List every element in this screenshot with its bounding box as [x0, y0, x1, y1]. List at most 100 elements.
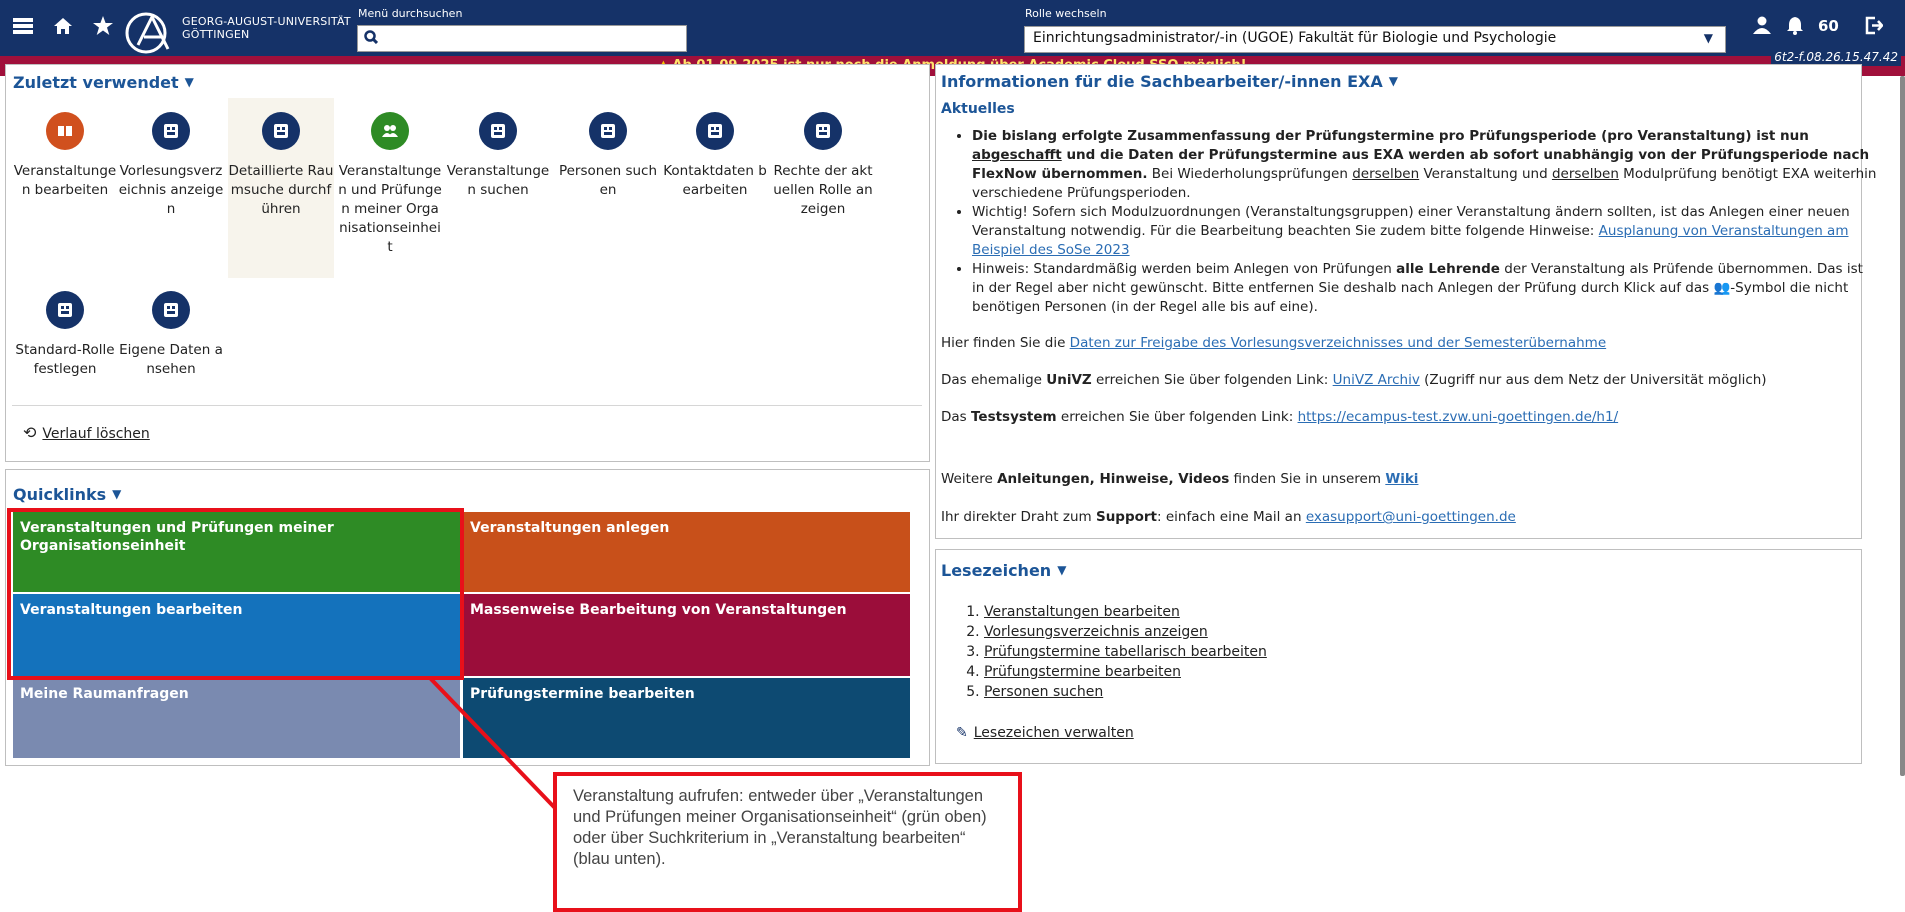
recent-item[interactable]: Detaillierte Raumsuche durchführen [228, 98, 334, 278]
role-select[interactable]: Einrichtungsadministrator/-in (UGOE) Fak… [1024, 26, 1726, 53]
recent-item[interactable]: Veranstaltungen bearbeiten [12, 112, 118, 200]
app-icon [589, 112, 627, 150]
tile-room-requests[interactable]: Meine Raumanfragen [13, 678, 460, 758]
tile-bulk-edit[interactable]: Massenweise Bearbeitung von Veranstaltun… [463, 594, 910, 676]
home-icon[interactable] [53, 17, 73, 40]
text: Testsystem [971, 409, 1057, 425]
menu-search-input[interactable] [357, 25, 687, 52]
info-bullets: Die bislang erfolgte Zusammenfassung der… [972, 127, 1877, 317]
bookmark-item: Vorlesungsverzeichnis anzeigen [984, 622, 1267, 642]
role-value: Einrichtungsadministrator/-in (UGOE) Fak… [1033, 30, 1557, 46]
people-icon: 👥 [1713, 280, 1731, 296]
text: Hinweis: Standardmäßig werden beim Anleg… [972, 261, 1397, 277]
bell-icon[interactable] [1786, 16, 1804, 40]
recent-title-text: Zuletzt verwendet [13, 73, 179, 92]
bookmark-link[interactable]: Personen suchen [984, 684, 1103, 700]
info-p1: Hier finden Sie die Daten zur Freigabe d… [941, 334, 1606, 353]
text: : einfach eine Mail an [1157, 509, 1306, 525]
app-icon [152, 291, 190, 329]
info-bullet: Wichtig! Sofern sich Modulzuordnungen (V… [972, 203, 1877, 260]
wiki-link[interactable]: Wiki [1385, 471, 1418, 487]
text: alle Lehrende [1396, 261, 1500, 277]
recent-item[interactable]: Kontaktdaten bearbeiten [662, 112, 768, 200]
recent-item[interactable]: Vorlesungsverzeichnis anzeigen [118, 112, 224, 219]
app-icon [479, 112, 517, 150]
text: Die bislang erfolgte Zusammenfassung der… [972, 128, 1809, 144]
recent-item-label: Rechte der aktuellen Rolle anzeigen [773, 163, 873, 217]
recent-item-label: Detaillierte Raumsuche durchführen [228, 163, 334, 217]
recent-item-label: Standard-Rolle festlegen [15, 342, 115, 377]
clear-history-link[interactable]: ⟲ Verlauf löschen [23, 423, 150, 442]
recent-item[interactable]: Veranstaltungen und Prüfungen meiner Org… [337, 112, 443, 257]
recent-item-label: Veranstaltungen und Prüfungen meiner Org… [338, 163, 442, 255]
info-p4: Weitere Anleitungen, Hinweise, Videos fi… [941, 470, 1418, 489]
text: Hier finden Sie die [941, 335, 1070, 351]
menu-icon[interactable] [13, 17, 33, 40]
info-p5: Ihr direkter Draht zum Support: einfach … [941, 508, 1516, 527]
logout-icon[interactable] [1865, 16, 1884, 40]
bookmark-link[interactable]: Vorlesungsverzeichnis anzeigen [984, 624, 1208, 640]
info-subtitle: Aktuelles [941, 101, 1015, 117]
menu-search-label: Menü durchsuchen [358, 7, 463, 20]
release-data-link[interactable]: Daten zur Freigabe des Vorlesungsverzeic… [1070, 335, 1606, 351]
university-name: GEORG-AUGUST-UNIVERSITÄT GÖTTINGEN [182, 15, 351, 41]
page-scrollbar[interactable] [1900, 76, 1905, 776]
manage-bookmarks-text: Lesezeichen verwalten [973, 725, 1134, 741]
text: derselben [1551, 166, 1619, 182]
text: (Zugriff nur aus dem Netz der Universitä… [1419, 372, 1767, 388]
bookmark-link[interactable]: Prüfungstermine tabellarisch bearbeiten [984, 644, 1267, 660]
tile-create-events[interactable]: Veranstaltungen anlegen [463, 512, 910, 592]
text: erreichen Sie über folgenden Link: [1056, 409, 1298, 425]
recent-item-label: Eigene Daten ansehen [119, 342, 223, 377]
chevron-down-icon: ▼ [1388, 74, 1398, 88]
university-logo[interactable] [124, 11, 178, 55]
book-icon [46, 112, 84, 150]
recent-item[interactable]: Personen suchen [555, 112, 661, 200]
text: Das [941, 409, 971, 425]
recent-item[interactable]: Rechte der aktuellen Rolle anzeigen [770, 112, 876, 219]
app-icon [804, 112, 842, 150]
univz-archive-link[interactable]: UniVZ Archiv [1333, 372, 1420, 388]
bookmarks-title-text: Lesezeichen [941, 561, 1052, 580]
pencil-icon: ✎ [956, 725, 968, 741]
bookmark-link[interactable]: Prüfungstermine bearbeiten [984, 664, 1181, 680]
app-icon [696, 112, 734, 150]
annotation-callout: Veranstaltung aufrufen: entweder über „V… [553, 772, 1022, 912]
info-p2: Das ehemalige UniVZ erreichen Sie über f… [941, 371, 1767, 390]
notification-count[interactable]: 60 [1818, 17, 1839, 35]
support-mail-link[interactable]: exasupport@uni-goettingen.de [1306, 509, 1516, 525]
chevron-down-icon: ▼ [1703, 31, 1713, 45]
star-icon[interactable] [92, 15, 114, 41]
bookmarks-title[interactable]: Lesezeichen ▼ [941, 561, 1066, 580]
text: Bei Wiederholungsprüfungen [1147, 166, 1353, 182]
text: finden Sie in unserem [1229, 471, 1386, 487]
recent-title[interactable]: Zuletzt verwendet ▼ [13, 73, 194, 92]
info-p3: Das Testsystem erreichen Sie über folgen… [941, 408, 1618, 427]
chevron-down-icon: ▼ [112, 487, 122, 501]
bookmark-item: Veranstaltungen bearbeiten [984, 602, 1267, 622]
callout-connector [428, 676, 557, 810]
text: erreichen Sie über folgenden Link: [1091, 372, 1333, 388]
logo-line1: GEORG-AUGUST-UNIVERSITÄT [182, 15, 351, 28]
quicklinks-title[interactable]: Quicklinks ▼ [13, 485, 121, 504]
info-title[interactable]: Informationen für die Sachbearbeiter/-in… [941, 72, 1398, 91]
recent-item[interactable]: Standard-Rolle festlegen [12, 291, 118, 379]
testsystem-link[interactable]: https://ecampus-test.zvw.uni-goettingen.… [1298, 409, 1619, 425]
info-bullet: Die bislang erfolgte Zusammenfassung der… [972, 127, 1877, 203]
app-icon [152, 112, 190, 150]
tile-label: Meine Raumanfragen [20, 686, 189, 702]
text: Weitere [941, 471, 998, 487]
chevron-down-icon: ▼ [1057, 563, 1067, 577]
search-icon [364, 30, 379, 48]
app-icon [262, 112, 300, 150]
text: Ihr direkter Draht zum [941, 509, 1096, 525]
recent-item-label: Vorlesungsverzeichnis anzeigen [118, 163, 224, 217]
highlight-box [7, 508, 464, 680]
bookmark-link[interactable]: Veranstaltungen bearbeiten [984, 604, 1180, 620]
recent-item[interactable]: Eigene Daten ansehen [118, 291, 224, 379]
group-icon [371, 112, 409, 150]
user-icon[interactable] [1752, 16, 1772, 39]
callout-text: Veranstaltung aufrufen: entweder über „V… [573, 787, 987, 868]
manage-bookmarks-link[interactable]: ✎ Lesezeichen verwalten [956, 725, 1134, 741]
recent-item[interactable]: Veranstaltungen suchen [445, 112, 551, 200]
